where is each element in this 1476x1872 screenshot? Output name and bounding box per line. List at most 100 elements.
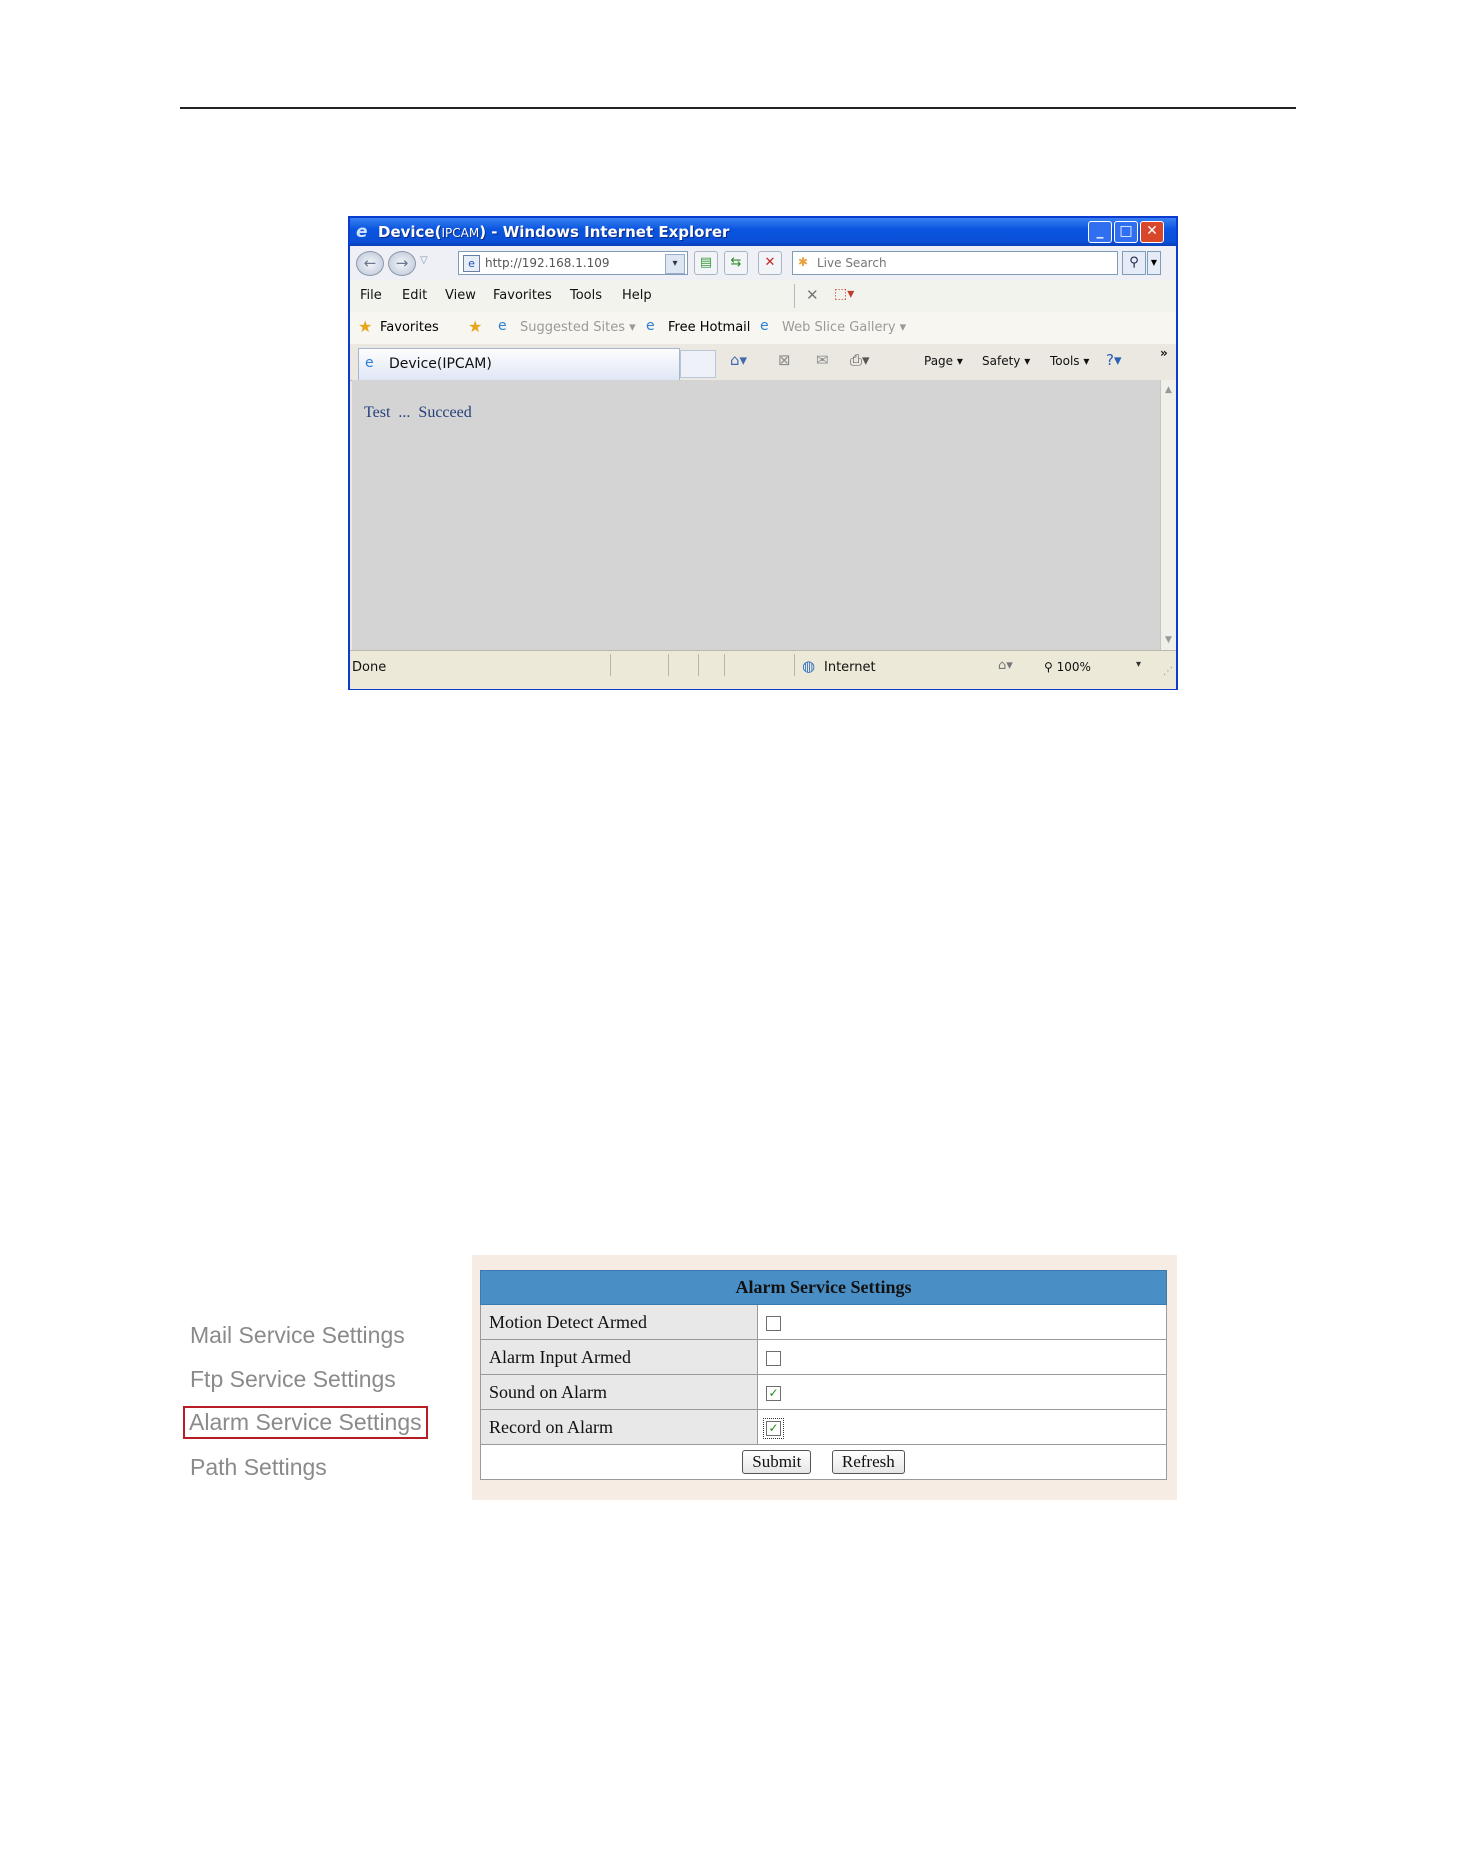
search-options-dropdown[interactable]: ▼ <box>1147 251 1161 275</box>
protected-mode-icon[interactable]: ⌂▾ <box>998 658 1013 673</box>
menu-bar: File Edit View Favorites Tools Help ✕ ⬚▾ <box>350 280 1176 313</box>
status-divider <box>668 654 669 676</box>
vertical-scrollbar[interactable]: ▲ ▼ <box>1160 380 1176 650</box>
record-on-alarm-checkbox[interactable]: ✓ <box>763 1417 784 1439</box>
nav-ftp-service-settings[interactable]: Ftp Service Settings <box>190 1366 396 1393</box>
status-bar: Done ◍ Internet ⌂▾ ⚲ 100% ▾ ⋰ <box>350 650 1176 689</box>
hotmail-icon: e <box>646 318 655 334</box>
row-label: Record on Alarm <box>480 1409 758 1445</box>
ie-logo-icon: e <box>356 222 368 242</box>
zoom-dropdown[interactable]: ▾ <box>1136 659 1141 670</box>
tab-bar: e Device(IPCAM) ⌂▾ ⊠ ✉ ⎙▾ Page ▾ Safety … <box>350 344 1176 381</box>
free-hotmail-link[interactable]: Free Hotmail <box>668 320 750 335</box>
back-button[interactable]: ← <box>356 251 384 276</box>
recent-pages-dropdown[interactable]: ▽ <box>420 255 428 266</box>
globe-icon: ◍ <box>802 657 816 675</box>
menu-view[interactable]: View <box>445 288 476 303</box>
sound-on-alarm-checkbox[interactable]: ✓ <box>766 1385 781 1401</box>
table-title: Alarm Service Settings <box>480 1270 1167 1305</box>
menu-edit[interactable]: Edit <box>402 288 427 303</box>
table-row: Record on Alarm ✓ <box>480 1409 1167 1445</box>
close-icon: ✕ <box>1146 223 1158 239</box>
ie-page-icon: e <box>365 355 374 371</box>
refresh-button[interactable]: Refresh <box>831 1450 905 1474</box>
forward-button[interactable]: → <box>388 251 416 276</box>
table-row: Alarm Input Armed <box>480 1339 1167 1375</box>
nav-path-settings[interactable]: Path Settings <box>190 1454 327 1481</box>
stop-button[interactable]: ✕ <box>758 251 782 275</box>
search-box[interactable]: ✱ <box>792 251 1118 275</box>
close-menu-icon[interactable]: ✕ <box>806 286 819 304</box>
tab-device-ipcam[interactable]: e Device(IPCAM) <box>358 348 680 380</box>
nav-alarm-service-settings[interactable]: Alarm Service Settings <box>183 1406 428 1439</box>
address-dropdown-button[interactable]: ▾ <box>665 254 685 274</box>
scroll-up-icon[interactable]: ▲ <box>1162 382 1175 398</box>
refresh-button[interactable]: ⇆ <box>724 251 748 275</box>
button-cell: Submit Refresh <box>480 1444 1167 1480</box>
alarm-settings-table: Alarm Service Settings Motion Detect Arm… <box>480 1270 1167 1480</box>
address-bar[interactable]: e http://192.168.1.109 ▾ <box>458 251 688 275</box>
print-icon[interactable]: ⎙▾ <box>850 351 870 369</box>
row-label: Sound on Alarm <box>480 1374 758 1410</box>
close-button[interactable]: ✕ <box>1140 221 1164 243</box>
forward-arrow-icon: → <box>395 254 409 272</box>
submit-button[interactable]: Submit <box>742 1450 812 1474</box>
web-slice-gallery-link[interactable]: Web Slice Gallery ▾ <box>782 320 906 335</box>
back-arrow-icon: ← <box>363 254 377 272</box>
favorites-star-icon: ★ <box>358 317 373 336</box>
status-text: Done <box>352 660 387 675</box>
page-top-rule <box>180 107 1296 109</box>
table-row: Sound on Alarm ✓ <box>480 1374 1167 1410</box>
help-icon[interactable]: ?▾ <box>1106 351 1122 369</box>
menu-favorites[interactable]: Favorites <box>493 288 552 303</box>
page-icon: e <box>463 255 480 272</box>
mail-icon[interactable]: ✉ <box>816 351 829 369</box>
translate-icon[interactable]: ⬚▾ <box>834 286 854 302</box>
search-input[interactable] <box>817 254 1107 272</box>
compatibility-view-button[interactable]: ▤ <box>694 251 718 275</box>
status-divider <box>794 654 795 676</box>
web-slice-icon: e <box>760 318 769 334</box>
alarm-settings-panel: Alarm Service Settings Motion Detect Arm… <box>472 1255 1177 1500</box>
address-url[interactable]: http://192.168.1.109 <box>485 256 610 270</box>
table-row: Motion Detect Armed <box>480 1304 1167 1340</box>
scroll-down-icon[interactable]: ▼ <box>1162 632 1175 648</box>
test-result-message: Test ... Succeed <box>364 404 472 421</box>
tools-menu[interactable]: Tools ▾ <box>1050 354 1089 368</box>
browser-window: e Device(IPCAM) - Windows Internet Explo… <box>348 216 1178 690</box>
row-value: ✓ <box>757 1374 1167 1410</box>
zoom-icon: ⚲ <box>1044 660 1053 674</box>
motion-detect-armed-checkbox[interactable] <box>766 1315 781 1331</box>
suggested-sites-link[interactable]: Suggested Sites ▾ <box>520 320 636 335</box>
menu-help[interactable]: Help <box>622 288 652 303</box>
minimize-button[interactable]: _ <box>1088 221 1112 243</box>
compatibility-icon: ▤ <box>699 255 713 270</box>
page-menu[interactable]: Page ▾ <box>924 354 963 368</box>
safety-menu[interactable]: Safety ▾ <box>982 354 1030 368</box>
nav-mail-service-settings[interactable]: Mail Service Settings <box>190 1322 405 1349</box>
menu-separator <box>794 284 795 308</box>
feeds-icon[interactable]: ⊠ <box>778 351 791 369</box>
menu-file[interactable]: File <box>360 288 382 303</box>
title-bar[interactable]: e Device(IPCAM) - Windows Internet Explo… <box>350 218 1176 246</box>
row-value <box>757 1304 1167 1340</box>
alarm-input-armed-checkbox[interactable] <box>766 1350 781 1366</box>
search-button[interactable]: ⚲ <box>1122 251 1146 275</box>
row-value: ✓ <box>757 1409 1167 1445</box>
minimize-icon: _ <box>1096 223 1104 239</box>
home-icon[interactable]: ⌂▾ <box>730 351 747 369</box>
command-overflow-button[interactable]: » <box>1160 346 1168 360</box>
resize-grip-icon[interactable]: ⋰ <box>1163 666 1173 677</box>
menu-tools[interactable]: Tools <box>570 288 602 303</box>
page-content: Test ... Succeed <box>352 380 1160 650</box>
security-zone: Internet <box>824 660 876 675</box>
refresh-icon: ⇆ <box>730 255 742 270</box>
maximize-button[interactable]: □ <box>1114 221 1138 243</box>
row-value <box>757 1339 1167 1375</box>
live-search-logo-icon: ✱ <box>798 255 809 269</box>
favorites-button[interactable]: Favorites <box>380 320 439 335</box>
zoom-level[interactable]: ⚲ 100% <box>1044 660 1091 674</box>
status-divider <box>698 654 699 676</box>
add-favorite-icon[interactable]: ★ <box>468 317 482 336</box>
new-tab-button[interactable] <box>680 350 716 378</box>
